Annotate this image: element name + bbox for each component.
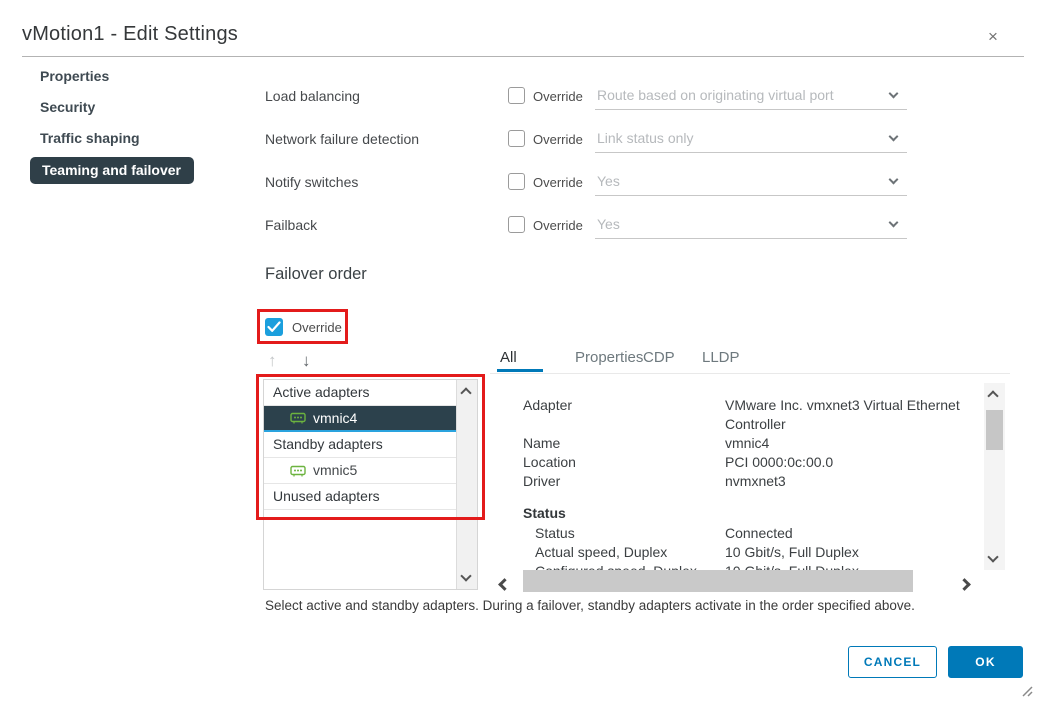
scroll-down-icon[interactable] xyxy=(987,551,998,562)
chevron-down-icon xyxy=(889,89,899,99)
scroll-down-icon[interactable] xyxy=(460,570,471,581)
adapter-name: vmnic4 xyxy=(313,406,357,431)
network-failure-detection-override-checkbox[interactable] xyxy=(508,130,525,147)
network-failure-detection-value: Link status only xyxy=(597,130,694,146)
tab-all[interactable]: All xyxy=(500,349,517,366)
adapter-name: vmnic5 xyxy=(313,458,357,483)
nic-icon xyxy=(290,412,306,424)
adapter-details-panel: AdapterVMware Inc. vmxnet3 Virtual Ether… xyxy=(497,383,985,570)
notify-switches-label: Notify switches xyxy=(265,174,358,190)
chevron-down-icon xyxy=(889,218,899,228)
scroll-up-icon[interactable] xyxy=(987,390,998,401)
notify-switches-value: Yes xyxy=(597,173,620,189)
network-failure-detection-select[interactable]: Link status only xyxy=(595,125,907,153)
detail-label: Configured speed, Duplex xyxy=(535,562,733,570)
tab-divider xyxy=(490,373,1010,374)
adapter-row-vmnic4[interactable]: vmnic4 xyxy=(264,406,456,432)
resize-grip-icon[interactable] xyxy=(1019,683,1033,697)
failback-override-checkbox[interactable] xyxy=(508,216,525,233)
detail-label: Location xyxy=(523,453,721,472)
failback-row: Failback Override Yes xyxy=(265,211,910,241)
sidebar-item-security[interactable]: Security xyxy=(40,99,95,115)
load-balancing-label: Load balancing xyxy=(265,88,360,104)
scroll-left-icon[interactable] xyxy=(500,576,509,594)
detail-value: PCI 0000:0c:00.0 xyxy=(725,453,977,472)
override-label: Override xyxy=(533,175,583,190)
details-vertical-scrollbar[interactable] xyxy=(984,383,1005,570)
edit-settings-dialog: vMotion1 - Edit Settings × Properties Se… xyxy=(0,0,1046,703)
chevron-down-icon xyxy=(889,132,899,142)
detail-label: Adapter xyxy=(523,396,721,415)
scroll-up-icon[interactable] xyxy=(460,387,471,398)
chevron-down-icon xyxy=(889,175,899,185)
detail-label: Status xyxy=(535,524,733,543)
notify-switches-row: Notify switches Override Yes xyxy=(265,168,910,198)
network-failure-detection-label: Network failure detection xyxy=(265,131,419,147)
checked-checkbox[interactable] xyxy=(265,318,283,336)
notify-switches-select[interactable]: Yes xyxy=(595,168,907,196)
active-tab-underline xyxy=(497,369,543,372)
detail-value: nvmxnet3 xyxy=(725,472,977,491)
override-label: Override xyxy=(533,89,583,104)
failover-adapter-list: Active adapters vmnic4 Standby adapters … xyxy=(263,379,478,590)
scroll-right-icon[interactable] xyxy=(960,576,969,594)
detail-label: Actual speed, Duplex xyxy=(535,543,733,562)
load-balancing-value: Route based on originating virtual port xyxy=(597,87,834,103)
failback-select[interactable]: Yes xyxy=(595,211,907,239)
ok-button[interactable]: OK xyxy=(948,646,1023,678)
move-down-icon[interactable]: ↓ xyxy=(302,351,311,371)
scrollbar-thumb[interactable] xyxy=(523,570,913,592)
load-balancing-row: Load balancing Override Route based on o… xyxy=(265,82,910,112)
move-up-icon[interactable]: ↑ xyxy=(268,351,277,371)
tab-cdp[interactable]: CDP xyxy=(643,349,675,366)
tab-properties[interactable]: Properties xyxy=(575,349,643,366)
load-balancing-select[interactable]: Route based on originating virtual port xyxy=(595,82,907,110)
detail-value: vmnic4 xyxy=(725,434,977,453)
tab-lldp[interactable]: LLDP xyxy=(702,349,740,366)
scrollbar-thumb[interactable] xyxy=(986,410,1003,450)
close-icon[interactable]: × xyxy=(982,26,1004,48)
group-active-adapters: Active adapters xyxy=(264,380,456,406)
network-failure-detection-row: Network failure detection Override Link … xyxy=(265,125,910,155)
status-section-heading: Status xyxy=(523,505,566,521)
group-standby-adapters: Standby adapters xyxy=(264,432,456,458)
detail-label: Name xyxy=(523,434,721,453)
failover-order-heading: Failover order xyxy=(265,265,367,284)
override-label: Override xyxy=(533,218,583,233)
failback-value: Yes xyxy=(597,216,620,232)
detail-value: 10 Gbit/s, Full Duplex xyxy=(725,543,977,562)
sidebar-item-properties[interactable]: Properties xyxy=(40,68,109,84)
failover-help-note: Select active and standby adapters. Duri… xyxy=(265,598,915,613)
failover-override-label: Override xyxy=(292,320,342,335)
group-unused-adapters: Unused adapters xyxy=(264,484,456,510)
sidebar-item-teaming-and-failover[interactable]: Teaming and failover xyxy=(30,157,194,184)
cancel-button[interactable]: CANCEL xyxy=(848,646,937,678)
check-icon xyxy=(267,321,281,333)
adapter-row-vmnic5[interactable]: vmnic5 xyxy=(264,458,456,484)
detail-label: Driver xyxy=(523,472,721,491)
load-balancing-override-checkbox[interactable] xyxy=(508,87,525,104)
notify-switches-override-checkbox[interactable] xyxy=(508,173,525,190)
detail-value: 10 Gbit/s, Full Duplex xyxy=(725,562,977,570)
detail-value: VMware Inc. vmxnet3 Virtual Ethernet Con… xyxy=(725,396,977,434)
override-label: Override xyxy=(533,132,583,147)
failback-label: Failback xyxy=(265,217,317,233)
detail-value: Connected xyxy=(725,524,977,543)
sidebar-item-traffic-shaping[interactable]: Traffic shaping xyxy=(40,130,140,146)
dialog-title: vMotion1 - Edit Settings xyxy=(22,23,238,46)
failover-override-checkbox[interactable]: Override xyxy=(265,318,342,336)
adapter-list-scrollbar[interactable] xyxy=(456,380,477,589)
header-divider xyxy=(22,56,1024,57)
nic-icon xyxy=(290,465,306,477)
